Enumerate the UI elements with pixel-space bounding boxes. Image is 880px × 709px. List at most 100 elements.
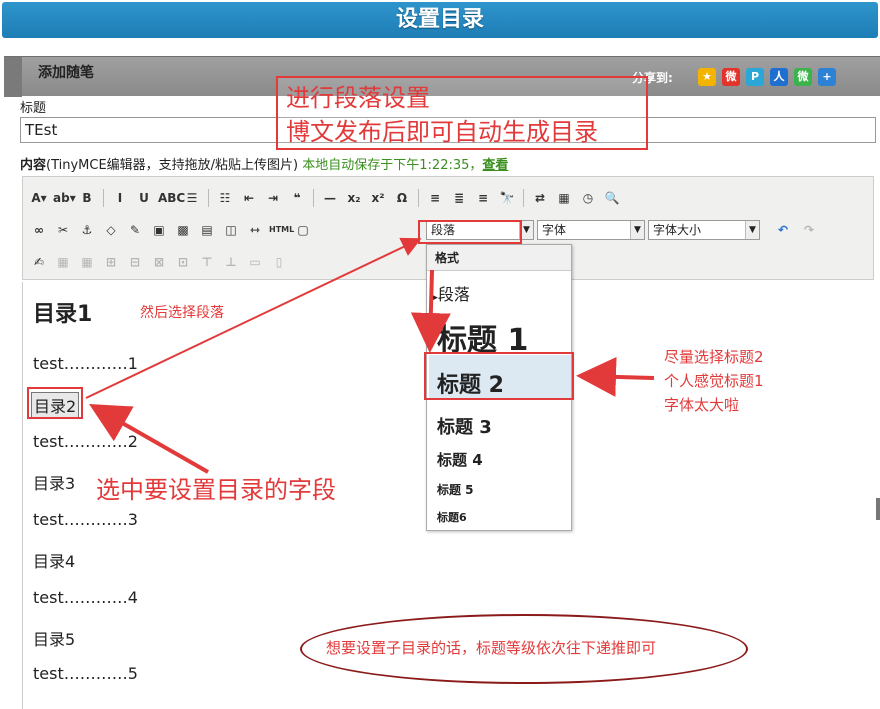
toolbar-button[interactable]: ⇥ xyxy=(263,188,283,208)
scrollbar[interactable] xyxy=(876,498,880,520)
toolbar-button[interactable]: ✍ xyxy=(29,252,49,272)
toolbar-separator xyxy=(103,189,104,207)
toolbar-button[interactable]: 🔭 xyxy=(497,188,517,208)
autosave-status: 本地自动保存于下午1:22:35， xyxy=(302,158,483,173)
toolbar-button[interactable]: ⚓ xyxy=(77,220,97,240)
editor-line-6: test…………3 xyxy=(33,510,138,529)
toolbar-button[interactable]: ☰ xyxy=(182,188,202,208)
font-select-value: 字体 xyxy=(542,223,567,237)
font-size-select-value: 字体大小 xyxy=(653,223,702,237)
font-size-select[interactable]: 字体大小 ▼ xyxy=(648,220,760,240)
toolbar-button[interactable]: ⊡ xyxy=(173,252,193,272)
heading-2-highlight-box xyxy=(424,352,574,400)
editor-line-1: 目录1 xyxy=(33,302,93,327)
toolbar-button[interactable]: ✎ xyxy=(125,220,145,240)
toolbar-button[interactable]: ∞ xyxy=(29,220,49,240)
toolbar-button[interactable]: A▾ xyxy=(29,188,49,208)
toolbar-button[interactable]: ◷ xyxy=(578,188,598,208)
more-share-icon[interactable]: + xyxy=(818,68,836,86)
editor-line-2: test…………1 xyxy=(33,354,138,373)
toolbar-button[interactable]: ⊥ xyxy=(221,252,241,272)
select-field-note: 选中要设置目录的字段 xyxy=(96,476,336,504)
page-title: 设置目录 xyxy=(2,2,878,38)
toolbar-button[interactable]: ≣ xyxy=(449,188,469,208)
add-essay-heading: 添加随笔 xyxy=(38,65,94,81)
editor-line-5: 目录3 xyxy=(33,474,76,493)
selected-field-highlight-box xyxy=(27,387,83,419)
chevron-down-icon: ▼ xyxy=(745,221,759,239)
toolbar-button[interactable]: Ω xyxy=(392,188,412,208)
paragraph-select-highlight-box xyxy=(418,220,522,244)
header-left-strip xyxy=(4,57,22,97)
toolbar-button[interactable]: ABC xyxy=(158,188,185,208)
heading-tip-3: 字体太大啦 xyxy=(664,396,740,414)
font-select[interactable]: 字体 ▼ xyxy=(537,220,645,240)
toolbar-separator xyxy=(208,189,209,207)
format-option-heading-6[interactable]: 标题6 xyxy=(437,509,467,525)
weibo-icon[interactable]: 微 xyxy=(722,68,740,86)
then-select-paragraph-note: 然后选择段落 xyxy=(140,305,224,321)
renren-icon[interactable]: 人 xyxy=(770,68,788,86)
toolbar-button[interactable]: ▩ xyxy=(173,220,193,240)
toolbar-button[interactable]: ▭ xyxy=(245,252,265,272)
format-option-heading-4[interactable]: 标题 4 xyxy=(437,449,483,470)
title-label: 标题 xyxy=(20,101,47,116)
heading-tip-1: 尽量选择标题2 xyxy=(664,348,764,366)
toolbar-button[interactable]: ≡ xyxy=(473,188,493,208)
toolbar-button[interactable]: x₂ xyxy=(344,188,364,208)
wechat-icon[interactable]: 微 xyxy=(794,68,812,86)
format-option-heading-5[interactable]: 标题 5 xyxy=(437,481,474,498)
editor-line-7: 目录4 xyxy=(33,552,76,571)
toolbar-button[interactable]: ▤ xyxy=(197,220,217,240)
tencent-weibo-icon[interactable]: P xyxy=(746,68,764,86)
toolbar-button[interactable]: I xyxy=(110,188,130,208)
toolbar-button[interactable]: ▯ xyxy=(269,252,289,272)
toolbar-button[interactable]: ▢ xyxy=(293,220,313,240)
editor-line-8: test…………4 xyxy=(33,588,138,607)
format-dropdown-header: 格式 xyxy=(427,245,571,271)
toolbar-row-3: ✍ ▦ ▦ ⊞ ⊟ ⊠ ⊡ ⊤ ⊥ ▭ ▯ xyxy=(29,249,289,275)
chevron-down-icon: ▼ xyxy=(630,221,644,239)
toolbar-row-1: A▾ ab▾ B I U ABC ☰ ☷ ⇤ ⇥ ❝ — x₂ x² Ω ≡ ≣ ≡ 🔭 ⇄ ▦ ◷ 🔍 xyxy=(29,185,622,211)
editor-line-9: 目录5 xyxy=(33,630,76,649)
toolbar-separator xyxy=(418,189,419,207)
toolbar-button[interactable]: — xyxy=(320,188,340,208)
redo-icon[interactable]: ↷ xyxy=(799,220,819,240)
toolbar-button[interactable]: ⇤ xyxy=(239,188,259,208)
toolbar-button[interactable]: ✂ xyxy=(53,220,73,240)
toolbar-button[interactable]: 🔍 xyxy=(602,188,622,208)
toolbar-button[interactable]: ⇄ xyxy=(530,188,550,208)
toolbar-button[interactable]: ⊞ xyxy=(101,252,121,272)
toolbar-button[interactable]: ab▾ xyxy=(53,188,76,208)
undo-icon[interactable]: ↶ xyxy=(773,220,793,240)
toolbar-button[interactable]: B xyxy=(77,188,97,208)
subdirectory-tip: 想要设置子目录的话，标题等级依次往下递推即可 xyxy=(326,639,657,657)
toolbar-button[interactable]: ⊤ xyxy=(197,252,217,272)
toolbar-button[interactable]: ❝ xyxy=(287,188,307,208)
editor-line-4: test…………2 xyxy=(33,432,138,451)
toolbar-button[interactable]: ▦ xyxy=(554,188,574,208)
toolbar-button[interactable]: ⊠ xyxy=(149,252,169,272)
toolbar-button[interactable]: ≡ xyxy=(425,188,445,208)
content-hint: (TinyMCE编辑器，支持拖放/粘贴上传图片) xyxy=(46,158,299,173)
content-label-line: 内容(TinyMCE编辑器，支持拖放/粘贴上传图片) 本地自动保存于下午1:22… xyxy=(20,154,508,173)
heading-tip-2: 个人感觉标题1 xyxy=(664,372,764,390)
toolbar-button[interactable]: ▦ xyxy=(53,252,73,272)
toolbar-button[interactable]: ⇿ xyxy=(245,220,265,240)
toolbar-button[interactable]: x² xyxy=(368,188,388,208)
toolbar-button[interactable]: ☷ xyxy=(215,188,235,208)
content-label: 内容 xyxy=(20,158,47,173)
editor-line-10: test…………5 xyxy=(33,664,138,683)
toolbar-button[interactable]: ⊟ xyxy=(125,252,145,272)
toolbar-button[interactable]: ▣ xyxy=(149,220,169,240)
format-option-paragraph[interactable]: ▶段落 xyxy=(431,281,470,305)
qzone-icon[interactable]: ★ xyxy=(698,68,716,86)
autosave-view-link[interactable]: 查看 xyxy=(482,158,508,173)
toolbar-button[interactable]: ◫ xyxy=(221,220,241,240)
toolbar-button[interactable]: ◇ xyxy=(101,220,121,240)
toolbar-separator xyxy=(523,189,524,207)
toolbar-button[interactable]: HTML xyxy=(269,220,294,240)
toolbar-button[interactable]: ▦ xyxy=(77,252,97,272)
toolbar-button[interactable]: U xyxy=(134,188,154,208)
format-option-heading-3[interactable]: 标题 3 xyxy=(437,413,492,439)
